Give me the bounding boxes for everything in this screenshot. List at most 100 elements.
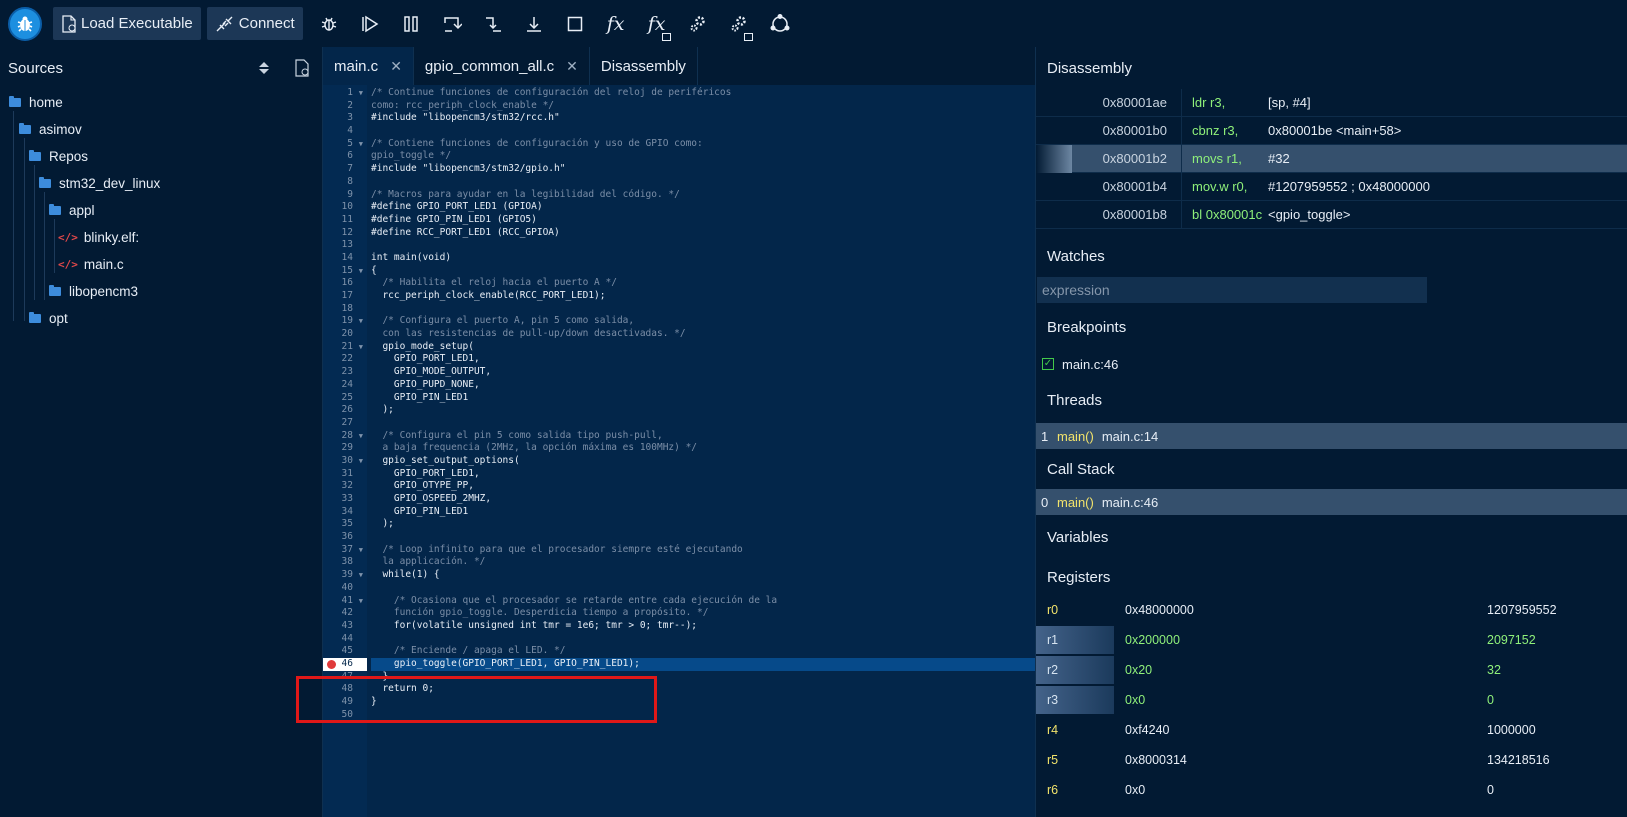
- function-icon[interactable]: fx: [596, 4, 636, 44]
- fold-chevron-icon[interactable]: ▼: [359, 455, 363, 468]
- code-line[interactable]: for(volatile unsigned int tmr = 1e6; tmr…: [371, 620, 1031, 633]
- code-line[interactable]: [371, 125, 1031, 138]
- close-icon[interactable]: ✕: [390, 58, 402, 75]
- gears-sub-icon[interactable]: [719, 4, 759, 44]
- code-line[interactable]: GPIO_PORT_LED1,: [371, 353, 1031, 366]
- pause-icon[interactable]: [391, 4, 431, 44]
- open-file-icon[interactable]: [294, 59, 310, 77]
- register-row[interactable]: r4 0xf4240 1000000: [1036, 715, 1627, 745]
- watches-title[interactable]: Watches: [1036, 235, 1627, 277]
- code-line[interactable]: GPIO_PIN_LED1: [371, 392, 1031, 405]
- fold-chevron-icon[interactable]: ▼: [359, 87, 363, 100]
- fold-chevron-icon[interactable]: ▼: [359, 595, 363, 608]
- connect-button[interactable]: Connect: [206, 7, 303, 40]
- code-line[interactable]: como: rcc_periph_clock_enable */: [371, 100, 1031, 113]
- fold-chevron-icon[interactable]: ▼: [359, 315, 363, 328]
- fold-chevron-icon[interactable]: ▼: [359, 265, 363, 278]
- tree-item-libopencm3[interactable]: libopencm3: [0, 278, 322, 305]
- line-number[interactable]: 39 ▼: [323, 569, 367, 582]
- line-number[interactable]: 37 ▼: [323, 544, 367, 557]
- line-number[interactable]: 2: [323, 100, 367, 113]
- tree-item-appl[interactable]: appl: [0, 197, 322, 224]
- register-row[interactable]: r6 0x0 0: [1036, 775, 1627, 805]
- line-number[interactable]: 45: [323, 645, 367, 658]
- line-number[interactable]: 8: [323, 176, 367, 189]
- line-number[interactable]: 6: [323, 150, 367, 163]
- stop-icon[interactable]: [555, 4, 595, 44]
- code-line[interactable]: #define GPIO_PIN_LED1 (GPIO5): [371, 214, 1031, 227]
- fold-chevron-icon[interactable]: ▼: [359, 138, 363, 151]
- code-line[interactable]: /* Configura el puerto A, pin 5 como sal…: [371, 315, 1031, 328]
- breakpoint-dot-icon[interactable]: [327, 659, 336, 669]
- tree-item-main-c[interactable]: </> main.c: [0, 251, 322, 278]
- fold-chevron-icon[interactable]: ▼: [359, 569, 363, 582]
- code-line[interactable]: [371, 531, 1031, 544]
- line-number[interactable]: 21 ▼: [323, 341, 367, 354]
- line-number[interactable]: 5 ▼: [323, 138, 367, 151]
- disassembly-row[interactable]: 0x80001b4 mov.w r0, #1207959552 ; 0x480000…: [1036, 172, 1627, 201]
- code-line[interactable]: GPIO_PIN_LED1: [371, 506, 1031, 519]
- line-number[interactable]: 28 ▼: [323, 430, 367, 443]
- line-number[interactable]: 23: [323, 366, 367, 379]
- disassembly-row[interactable]: 0x80001b8 bl 0x80001c <gpio_toggle>: [1036, 200, 1627, 229]
- run-icon[interactable]: [350, 4, 390, 44]
- code-line[interactable]: #define GPIO_PORT_LED1 (GPIOA): [371, 201, 1031, 214]
- code-line[interactable]: GPIO_MODE_OUTPUT,: [371, 366, 1031, 379]
- line-number[interactable]: 15 ▼: [323, 265, 367, 278]
- line-number[interactable]: 46: [323, 657, 367, 671]
- disassembly-row[interactable]: 0x80001ae ldr r3, [sp, #4]: [1036, 88, 1627, 117]
- checkbox-checked-icon[interactable]: ✓: [1042, 358, 1054, 370]
- code-line[interactable]: GPIO_OSPEED_2MHZ,: [371, 493, 1031, 506]
- code-line[interactable]: /* Habilita el reloj hacia el puerto A *…: [371, 277, 1031, 290]
- fold-chevron-icon[interactable]: ▼: [359, 341, 363, 354]
- code-line[interactable]: [371, 176, 1031, 189]
- line-number[interactable]: 4: [323, 125, 367, 138]
- code-line[interactable]: a baja frequencia (2MHz, la opción máxim…: [371, 442, 1031, 455]
- code-line[interactable]: con las resistencias de pull-up/down des…: [371, 328, 1031, 341]
- line-number[interactable]: 33: [323, 493, 367, 506]
- tree-item-asimov[interactable]: asimov: [0, 116, 322, 143]
- line-number[interactable]: 12: [323, 227, 367, 240]
- code-line[interactable]: /* Contiene funciones de configuración y…: [371, 138, 1031, 151]
- thread-row[interactable]: 1 main() main.c:14: [1036, 423, 1627, 449]
- line-number[interactable]: 18: [323, 303, 367, 316]
- code-line[interactable]: rcc_periph_clock_enable(RCC_PORT_LED1);: [371, 290, 1031, 303]
- tree-item-blinky-elf[interactable]: </> blinky.elf:: [0, 224, 322, 251]
- line-number[interactable]: 35: [323, 518, 367, 531]
- code-line[interactable]: función gpio_toggle. Desperdicia tiempo …: [371, 607, 1031, 620]
- step-into-icon[interactable]: [473, 4, 513, 44]
- line-number[interactable]: 14: [323, 252, 367, 265]
- code-line[interactable]: {: [371, 265, 1031, 278]
- line-number-gutter[interactable]: 1 ▼ 2 3 4 5 ▼ 6 7 8 9 10 11 12 13 14 15 ▼ 16 17 18 19 ▼ 20 21 ▼ 22…: [323, 87, 367, 721]
- call-stack-title[interactable]: Call Stack: [1036, 449, 1627, 489]
- code-line[interactable]: [371, 633, 1031, 646]
- register-row[interactable]: r0 0x48000000 1207959552: [1036, 595, 1627, 625]
- disassembly-row[interactable]: 0x80001b2 movs r1, #32: [1036, 144, 1627, 173]
- code-line[interactable]: );: [371, 404, 1031, 417]
- close-icon[interactable]: ✕: [566, 58, 578, 75]
- code-line[interactable]: [371, 417, 1031, 430]
- register-row[interactable]: r2 0x20 32: [1036, 655, 1627, 685]
- line-number[interactable]: 40: [323, 582, 367, 595]
- line-number[interactable]: 13: [323, 239, 367, 252]
- tab-disassembly[interactable]: Disassembly: [590, 47, 698, 85]
- register-row[interactable]: r1 0x200000 2097152: [1036, 625, 1627, 655]
- line-number[interactable]: 22: [323, 353, 367, 366]
- code-line[interactable]: GPIO_PUPD_NONE,: [371, 379, 1031, 392]
- step-over-icon[interactable]: [432, 4, 472, 44]
- stack-frame-row[interactable]: 0 main() main.c:46: [1036, 489, 1627, 515]
- line-number[interactable]: 24: [323, 379, 367, 392]
- code-line[interactable]: /* Continue funciones de configuración d…: [371, 87, 1031, 100]
- code-line[interactable]: gpio_mode_setup(: [371, 341, 1031, 354]
- code-line[interactable]: );: [371, 518, 1031, 531]
- code-line[interactable]: int main(void): [371, 252, 1031, 265]
- line-number[interactable]: 30 ▼: [323, 455, 367, 468]
- code-line[interactable]: /* Loop infinito para que el procesador …: [371, 544, 1031, 557]
- line-number[interactable]: 19 ▼: [323, 315, 367, 328]
- line-number[interactable]: 38: [323, 556, 367, 569]
- step-out-icon[interactable]: [514, 4, 554, 44]
- breakpoint-item[interactable]: ✓ main.c:46: [1036, 351, 1627, 377]
- code-line[interactable]: /* Enciende / apaga el LED. */: [371, 645, 1031, 658]
- tab-main-c[interactable]: main.c ✕: [323, 47, 414, 85]
- line-number[interactable]: 44: [323, 633, 367, 646]
